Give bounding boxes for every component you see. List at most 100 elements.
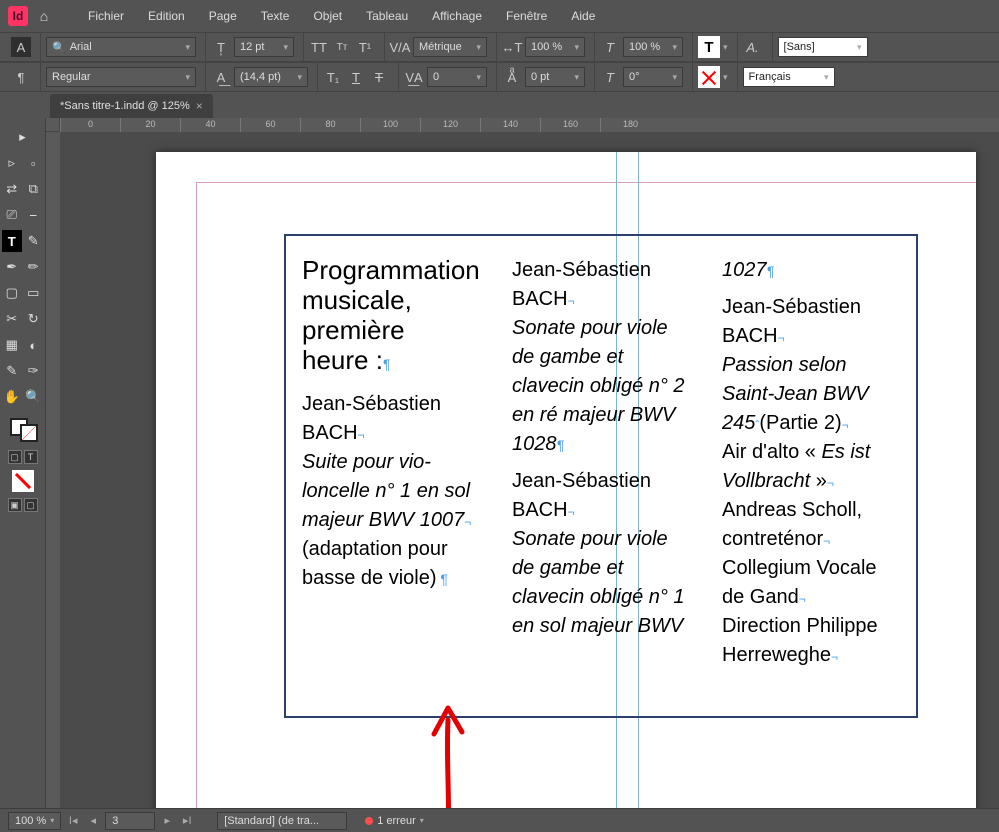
text-column-3[interactable]: 1027¶ Jean-Sébastien BACH¬ Passion selon…: [706, 236, 916, 716]
smallcaps-icon[interactable]: Tᴛ: [332, 37, 352, 57]
document-tab-bar: *Sans titre-1.indd @ 125% ×: [0, 92, 999, 118]
text-column-1[interactable]: Program­mation musicale, première heure …: [286, 236, 496, 716]
hscale-value: 100 %: [531, 41, 562, 53]
hand-tool-icon[interactable]: ✋: [2, 386, 22, 408]
menu-help[interactable]: Aide: [561, 3, 605, 29]
selection-tool-icon[interactable]: ▸: [12, 126, 34, 148]
home-icon[interactable]: ⌂: [32, 8, 56, 24]
menu-edit[interactable]: Edition: [138, 3, 195, 29]
menu-page[interactable]: Page: [199, 3, 247, 29]
screen-mode-icons[interactable]: ▣ ▢: [2, 498, 43, 512]
zoom-tool-icon[interactable]: 🔍: [24, 386, 44, 408]
page-tool-icon[interactable]: ▫: [24, 152, 44, 174]
vscale-dropdown[interactable]: 100 %: [623, 37, 683, 57]
menu-window[interactable]: Fenêtre: [496, 3, 557, 29]
close-tab-icon[interactable]: ×: [196, 99, 203, 113]
skew-dropdown[interactable]: 0°: [623, 67, 683, 87]
superscript-icon[interactable]: T¹: [355, 37, 375, 57]
ruler-horizontal[interactable]: 02040 6080100 120140160 180: [60, 118, 999, 132]
menu-text[interactable]: Texte: [251, 3, 300, 29]
menu-object[interactable]: Objet: [303, 3, 352, 29]
document-page[interactable]: Program­mation musicale, première heure …: [156, 152, 976, 808]
font-family-dropdown[interactable]: 🔍 Arial: [46, 37, 196, 57]
pen-tool-icon[interactable]: ✒: [2, 256, 22, 278]
paragraph: 1027¶: [722, 256, 902, 285]
canvas-area[interactable]: 02040 6080100 120140160 180 Program­mati…: [46, 118, 999, 808]
font-size-dropdown[interactable]: 12 pt: [234, 37, 294, 57]
paragraph: Jean-Sébastien BACH¬: [512, 256, 692, 314]
toolbox: ▸ ▹ ▫ ⇄ ⧉ ⎚ ⎯ T ✎ ✒ ✏ ▢ ▭ ✂ ↻ ▦: [0, 118, 46, 808]
char-style-dropdown[interactable]: [Sans]: [778, 37, 868, 57]
gradient-feather-icon[interactable]: ◐: [24, 334, 44, 356]
rectangle-frame-tool-icon[interactable]: ▢: [2, 282, 22, 304]
leading-dropdown[interactable]: (14,4 pt): [234, 67, 308, 87]
allcaps-icon[interactable]: TT: [309, 37, 329, 57]
content-placer-icon[interactable]: ⎚: [2, 204, 22, 226]
menu-file[interactable]: Fichier: [78, 3, 134, 29]
ruler-vertical[interactable]: [46, 132, 60, 808]
character-formatting-icon[interactable]: A: [11, 37, 31, 57]
pilcrow-icon: ¶: [383, 356, 391, 372]
rectangle-tool-icon[interactable]: ▭: [24, 282, 44, 304]
type-tool-icon[interactable]: T: [2, 230, 22, 252]
page-first-icon[interactable]: I◂: [65, 814, 81, 827]
tracking-dropdown[interactable]: 0: [427, 67, 487, 87]
font-size-icon: T͕: [211, 37, 231, 57]
formatting-affects-icons[interactable]: ▢ T: [2, 450, 43, 464]
font-size-value: 12 pt: [240, 41, 264, 53]
paragraph: Jean-Sébastien BACH¬: [722, 293, 902, 351]
apply-none-icon[interactable]: [12, 470, 34, 492]
stroke-none-icon[interactable]: [698, 66, 720, 88]
line-tool-icon[interactable]: ⎯: [24, 204, 44, 226]
eyedropper-tool-icon[interactable]: ✑: [24, 360, 44, 382]
content-collector-icon[interactable]: ⧉: [24, 178, 44, 200]
page-number-field[interactable]: 3: [105, 812, 155, 830]
scissors-tool-icon[interactable]: ✂: [2, 308, 22, 330]
text-column-2[interactable]: Jean-Sébastien BACH¬ Sonate pour viole d…: [496, 236, 706, 716]
fill-black-T-icon[interactable]: T: [698, 36, 720, 58]
char-style-icon[interactable]: A.: [743, 37, 763, 57]
vscale-icon: T: [600, 37, 620, 57]
direct-selection-tool-icon[interactable]: ▹: [2, 152, 22, 174]
page-prev-icon[interactable]: ◂: [85, 814, 101, 827]
paragraph: Direction Phi­lippe Herrewe­ghe¬: [722, 612, 902, 670]
kerning-value: Métrique: [419, 41, 462, 53]
workspace: ▸ ▹ ▫ ⇄ ⧉ ⎚ ⎯ T ✎ ✒ ✏ ▢ ▭ ✂ ↻ ▦: [0, 118, 999, 808]
language-dropdown[interactable]: Français: [743, 67, 835, 87]
page-last-icon[interactable]: ▸I: [179, 814, 195, 827]
fill-stroke-swatch[interactable]: [8, 416, 38, 442]
preflight-error-label[interactable]: 1 erreur: [377, 815, 416, 827]
preflight-profile-dropdown[interactable]: [Standard] (de tra...: [217, 812, 347, 830]
note-tool-icon[interactable]: ✎: [2, 360, 22, 382]
subscript-icon[interactable]: T₁: [323, 67, 343, 87]
strike-icon[interactable]: T: [369, 67, 389, 87]
status-bar: 100 %▾ I◂ ◂ 3 ▸ ▸I [Standard] (de tra...…: [0, 808, 999, 832]
tracking-value: 0: [433, 71, 439, 83]
font-style-dropdown[interactable]: Regular: [46, 67, 196, 87]
pencil-tool-icon[interactable]: ✏: [24, 256, 44, 278]
zoom-value: 100 %: [15, 815, 46, 827]
gap-tool-icon[interactable]: ⇄: [2, 178, 22, 200]
ruler-origin[interactable]: [46, 118, 60, 132]
paragraph: Andreas Scholl, contreténor¬: [722, 496, 902, 554]
kerning-icon: V/A: [390, 37, 410, 57]
text-frame[interactable]: Program­mation musicale, première heure …: [284, 234, 918, 718]
paragraph: Passion selon Saint-Jean BWV 245ˆ(Partie…: [722, 351, 902, 438]
page-next-icon[interactable]: ▸: [159, 814, 175, 827]
menu-view[interactable]: Affichage: [422, 3, 492, 29]
document-tab[interactable]: *Sans titre-1.indd @ 125% ×: [50, 94, 213, 118]
paragraph-formatting-icon[interactable]: ¶: [11, 67, 31, 87]
hscale-dropdown[interactable]: 100 %: [525, 37, 585, 57]
type-path-tool-icon[interactable]: ✎: [24, 230, 44, 252]
kerning-dropdown[interactable]: Métrique: [413, 37, 487, 57]
underline-icon[interactable]: T: [346, 67, 366, 87]
zoom-dropdown[interactable]: 100 %▾: [8, 812, 61, 830]
menu-table[interactable]: Tableau: [356, 3, 418, 29]
baseline-dropdown[interactable]: 0 pt: [525, 67, 585, 87]
paragraph: Jean-Sébastien BACH¬: [512, 467, 692, 525]
free-transform-icon[interactable]: ↻: [24, 308, 44, 330]
heading: Program­mation musicale, première heure …: [302, 256, 482, 376]
gradient-swatch-icon[interactable]: ▦: [2, 334, 22, 356]
tracking-icon: V͟A: [404, 67, 424, 87]
page-number-value: 3: [112, 815, 118, 827]
